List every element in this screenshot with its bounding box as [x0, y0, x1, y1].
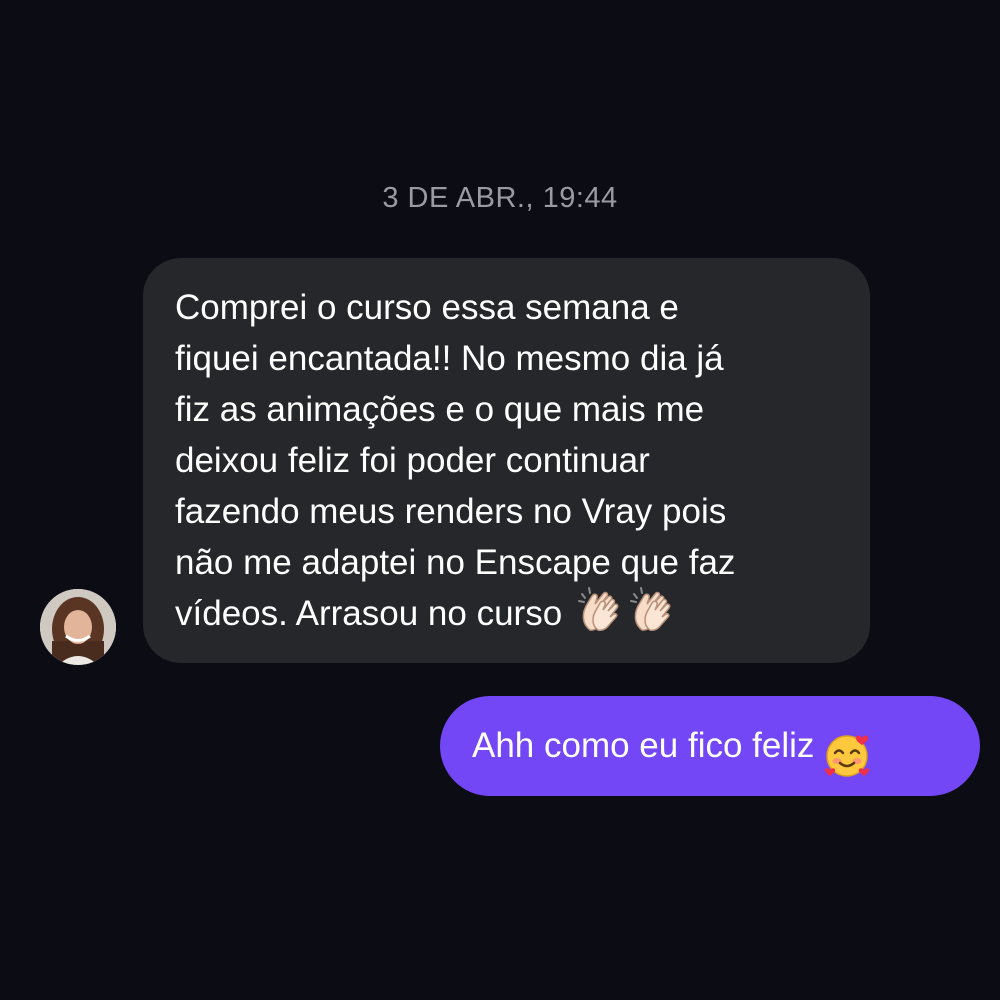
clapping-hands-icon — [628, 586, 676, 634]
incoming-message-line: deixou feliz foi poder continuar — [175, 441, 650, 480]
smiling-face-with-hearts-icon — [822, 719, 872, 777]
incoming-message-line: não me adaptei no Enscape que faz — [175, 543, 736, 582]
avatar-photo — [40, 589, 116, 665]
incoming-message-line: vídeos. Arrasou no curso — [175, 594, 563, 633]
clapping-hands-icon — [576, 586, 624, 634]
message-timestamp: 3 DE ABR., 19:44 — [382, 182, 618, 214]
incoming-message-line: fiquei encantada!! No mesmo dia já — [175, 339, 724, 378]
sender-avatar[interactable] — [40, 589, 116, 665]
incoming-message-line: Comprei o curso essa semana e — [175, 288, 679, 327]
incoming-message-line: fiz as animações e o que mais me — [175, 390, 705, 429]
outgoing-message-text: Ahh como eu fico feliz — [472, 726, 815, 765]
incoming-message-last-line: vídeos. Arrasou no curso — [175, 586, 840, 640]
incoming-message-bubble[interactable]: Comprei o curso essa semana e fiquei enc… — [143, 258, 870, 663]
outgoing-message-bubble[interactable]: Ahh como eu fico feliz — [440, 696, 980, 796]
incoming-message-line: fazendo meus renders no Vray pois — [175, 492, 727, 531]
